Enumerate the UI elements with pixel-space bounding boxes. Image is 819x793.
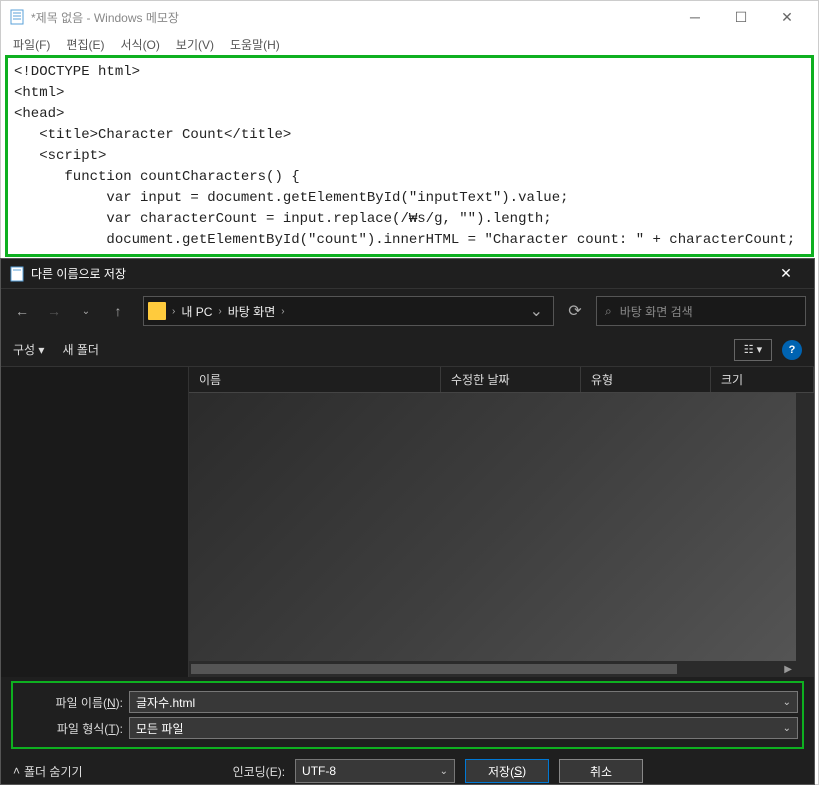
up-button[interactable]: ↑	[105, 298, 131, 324]
column-headers: 이름 수정한 날짜 유형 크기	[189, 367, 814, 393]
chevron-down-icon[interactable]: ⌄	[783, 723, 791, 734]
file-list[interactable]: 이름 수정한 날짜 유형 크기 ▶	[189, 367, 814, 677]
address-bar[interactable]: › 내 PC › 바탕 화면 › ⌄	[143, 296, 554, 326]
chevron-right-icon: ›	[281, 306, 284, 317]
search-input[interactable]: ⌕ 바탕 화면 검색	[596, 296, 806, 326]
back-button[interactable]: ←	[9, 298, 35, 324]
menu-format[interactable]: 서식(O)	[114, 34, 165, 55]
scrollbar-thumb[interactable]	[191, 664, 677, 674]
help-button[interactable]: ?	[782, 340, 802, 360]
search-placeholder: 바탕 화면 검색	[620, 303, 693, 320]
filename-label: 파일 이름(N):	[17, 694, 129, 711]
encoding-value: UTF-8	[302, 764, 336, 778]
recent-dropdown[interactable]: ⌄	[73, 298, 99, 324]
chevron-right-icon: ›	[218, 306, 221, 317]
col-name[interactable]: 이름	[189, 367, 441, 392]
organize-menu[interactable]: 구성 ▾	[13, 341, 44, 358]
save-as-dialog: 다른 이름으로 저장 ✕ ← → ⌄ ↑ › 내 PC › 바탕 화면 › ⌄ …	[0, 258, 815, 785]
filename-value: 글자수.html	[136, 694, 195, 711]
new-folder-button[interactable]: 새 폴더	[62, 341, 98, 358]
search-icon: ⌕	[605, 304, 612, 319]
notepad-menubar: 파일(F) 편집(E) 서식(O) 보기(V) 도움말(H)	[1, 33, 818, 55]
cancel-button[interactable]: 취소	[559, 759, 643, 783]
breadcrumb-desktop[interactable]: 바탕 화면	[228, 303, 276, 320]
notepad-titlebar: *제목 없음 - Windows 메모장 ─ ☐ ✕	[1, 1, 818, 33]
dialog-footer: ˄ 폴더 숨기기 인코딩(E): UTF-8 ⌄ 저장(S) 취소	[1, 749, 814, 793]
notepad-title: *제목 없음 - Windows 메모장	[31, 9, 672, 26]
scroll-right-icon[interactable]: ▶	[780, 664, 796, 675]
folder-icon	[148, 302, 166, 320]
dialog-title: 다른 이름으로 저장	[31, 265, 766, 282]
refresh-button[interactable]: ⟳	[560, 296, 590, 326]
notepad-text-area[interactable]: <!DOCTYPE html> <html> <head> <title>Cha…	[5, 55, 814, 257]
folder-tree[interactable]	[1, 367, 189, 677]
minimize-button[interactable]: ─	[672, 2, 718, 32]
notepad-app-icon	[9, 266, 25, 282]
dialog-titlebar: 다른 이름으로 저장 ✕	[1, 259, 814, 289]
view-options-button[interactable]: ☷ ▾	[734, 339, 772, 361]
chevron-down-icon[interactable]: ⌄	[440, 766, 448, 777]
dialog-close-button[interactable]: ✕	[766, 260, 806, 288]
notepad-app-icon	[9, 9, 25, 25]
horizontal-scrollbar[interactable]: ▶	[189, 661, 796, 677]
chevron-up-icon: ˄	[13, 764, 20, 778]
col-type[interactable]: 유형	[581, 367, 711, 392]
highlight-box: 파일 이름(N): 글자수.html ⌄ 파일 형식(T): 모든 파일 ⌄	[11, 681, 804, 749]
nav-row: ← → ⌄ ↑ › 내 PC › 바탕 화면 › ⌄ ⟳ ⌕ 바탕 화면 검색	[1, 289, 814, 333]
encoding-label: 인코딩(E):	[233, 763, 285, 780]
vertical-scrollbar[interactable]	[796, 393, 814, 677]
hide-folders-toggle[interactable]: ˄ 폴더 숨기기	[13, 763, 83, 780]
menu-help[interactable]: 도움말(H)	[224, 34, 286, 55]
maximize-button[interactable]: ☐	[718, 2, 764, 32]
chevron-right-icon: ›	[172, 306, 175, 317]
menu-file[interactable]: 파일(F)	[7, 34, 56, 55]
filetype-label: 파일 형식(T):	[17, 720, 129, 737]
filetype-value: 모든 파일	[136, 720, 184, 737]
filetype-select[interactable]: 모든 파일 ⌄	[129, 717, 798, 739]
encoding-select[interactable]: UTF-8 ⌄	[295, 759, 455, 783]
toolbar: 구성 ▾ 새 폴더 ☷ ▾ ?	[1, 333, 814, 367]
address-dropdown[interactable]: ⌄	[524, 301, 549, 321]
window-controls: ─ ☐ ✕	[672, 2, 810, 32]
file-browser-body: 이름 수정한 날짜 유형 크기 ▶	[1, 367, 814, 677]
save-button[interactable]: 저장(S)	[465, 759, 549, 783]
menu-edit[interactable]: 편집(E)	[60, 34, 110, 55]
filename-input[interactable]: 글자수.html ⌄	[129, 691, 798, 713]
menu-view[interactable]: 보기(V)	[170, 34, 220, 55]
save-fields: 파일 이름(N): 글자수.html ⌄ 파일 형식(T): 모든 파일 ⌄	[15, 685, 800, 745]
forward-button[interactable]: →	[41, 298, 67, 324]
breadcrumb-pc[interactable]: 내 PC	[181, 303, 212, 320]
chevron-down-icon[interactable]: ⌄	[783, 697, 791, 708]
close-button[interactable]: ✕	[764, 2, 810, 32]
col-size[interactable]: 크기	[711, 367, 814, 392]
col-modified[interactable]: 수정한 날짜	[441, 367, 581, 392]
